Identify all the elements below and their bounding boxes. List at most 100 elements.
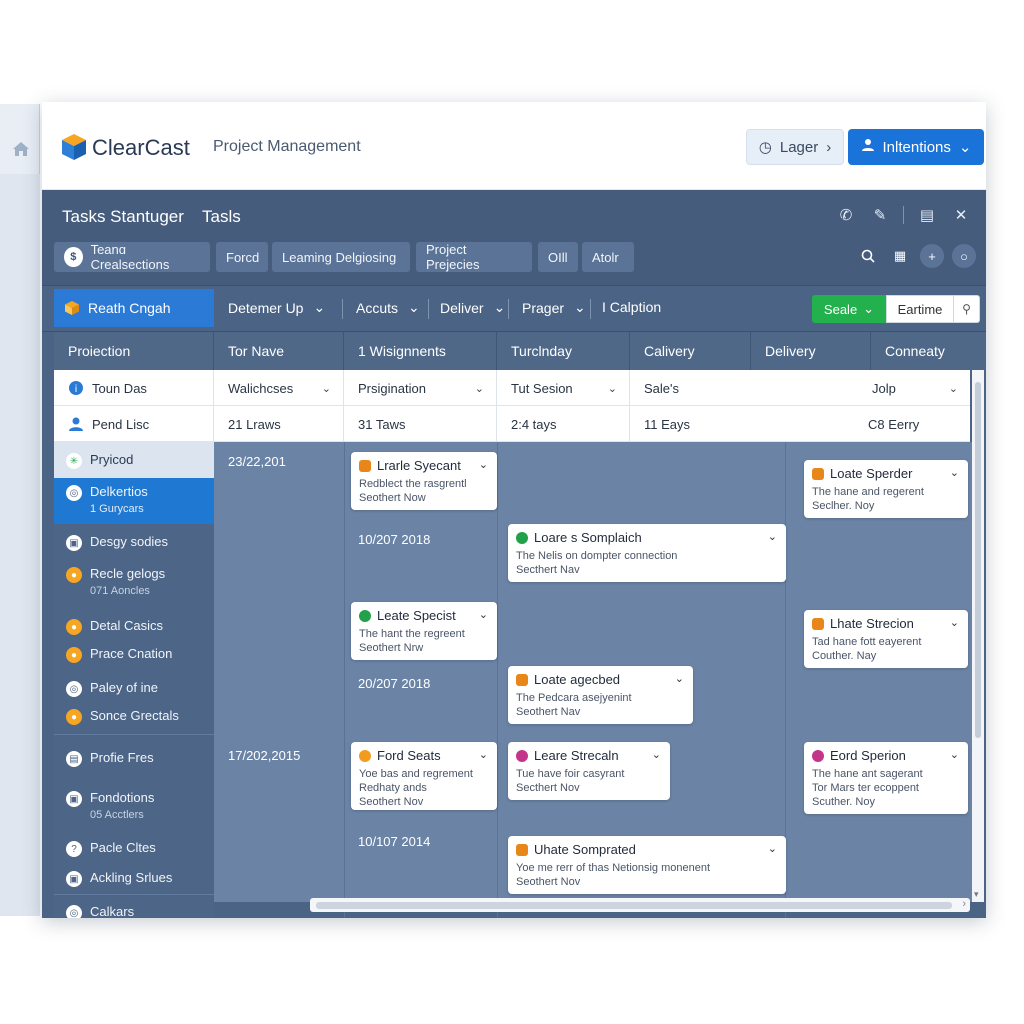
clearcast-logo-icon (62, 134, 86, 160)
chevron-down-icon: ⌄ (408, 299, 420, 315)
sidebar-item[interactable]: ● Sonce Grectals (54, 708, 214, 725)
item-icon: ◎ (66, 905, 82, 918)
chevron-down-icon[interactable]: ⌄ (950, 616, 959, 629)
filter-dropdown-3[interactable]: Deliver ⌄ (440, 299, 505, 316)
tab-ford[interactable]: Forcd (216, 242, 268, 272)
scroll-down-icon[interactable]: ▾ (974, 889, 979, 900)
eartime-label: Eartime (897, 301, 943, 317)
task-card[interactable]: Loare s Somplaich The Nelis on dompter c… (508, 524, 786, 582)
column-header[interactable]: Tor Nave (214, 332, 344, 370)
column-header[interactable]: Delivery (751, 332, 871, 370)
sidebar-item[interactable]: ● Prace Cnation (54, 646, 214, 663)
tab-learning[interactable]: Leaming Delgiosing (272, 242, 410, 272)
table-cell: 21 Lraws (214, 406, 344, 442)
lager-button[interactable]: ◷ Lager › (746, 129, 844, 165)
task-title: Loare s Somplaich (534, 530, 642, 545)
edit-icon[interactable]: ✎ (869, 204, 891, 226)
sidebar-item[interactable]: ▤ Profie Fres (54, 750, 214, 767)
task-title: Leate Specist (377, 608, 456, 623)
table-cell-dropdown[interactable]: Walichcses ⌄ (214, 370, 344, 406)
sidebar-item[interactable]: ✳ Pryicod (54, 442, 214, 478)
task-card[interactable]: Leate Specist The hant the regreent Seot… (351, 602, 497, 660)
filter-caption[interactable]: I Calption (602, 299, 661, 315)
table-row[interactable]: Pend Lisc 21 Lraws 31 Taws 2:4 tays 11 E… (54, 406, 970, 442)
column-header[interactable]: Turclnday (497, 332, 630, 370)
background-window (0, 104, 40, 916)
table-row[interactable]: i Toun Das Walichcses ⌄ Prsigination ⌄ Tut… (54, 370, 970, 406)
lager-label: Lager (779, 138, 819, 156)
chevron-down-icon[interactable]: ⌄ (479, 458, 488, 471)
table-cell-dropdown[interactable]: Sale's Jolp ⌄ (630, 370, 970, 406)
settings-icon[interactable]: ○ (952, 244, 976, 268)
sidebar-item[interactable]: ● Detal Casics (54, 618, 214, 635)
chevron-down-icon[interactable]: ⌄ (950, 466, 959, 479)
sidebar-item[interactable]: ? Pacle Cltes (54, 840, 214, 857)
reach-filter-button[interactable]: Reath Cngah (54, 289, 214, 327)
column-header[interactable]: 1 Wisignnents (344, 332, 497, 370)
tab-atolr[interactable]: Atolr (582, 242, 634, 272)
filter-divider (508, 299, 509, 319)
cell-value: 11 Eays (644, 416, 691, 432)
table-cell-dropdown[interactable]: Prsigination ⌄ (344, 370, 497, 406)
column-header[interactable]: Calivery (630, 332, 751, 370)
column-header[interactable]: Conneaty (871, 332, 986, 370)
task-card[interactable]: Ford Seats Yoe bas and regrement Redhaty… (351, 742, 497, 810)
task-card[interactable]: Leare Strecaln Tue have foir casyrant Se… (508, 742, 670, 800)
eartime-input[interactable]: Eartime (886, 295, 954, 323)
task-card[interactable]: Eord Sperion The hane ant sagerant Tor M… (804, 742, 968, 814)
chevron-down-icon[interactable]: ⌄ (652, 748, 661, 761)
filter-label: I Calption (602, 299, 662, 315)
filter-dropdown-4[interactable]: Prager ⌄ (522, 299, 586, 316)
sidebar-item[interactable]: ● Recle gelogs 071 Aoncles (54, 566, 214, 597)
sidebar-item[interactable]: ◎ Paley of ine (54, 680, 214, 697)
tab-project[interactable]: Project Prejecies (416, 242, 532, 272)
sidebar-item[interactable]: ▣ Ackling Srlues (54, 870, 214, 887)
table-cell-dropdown[interactable]: Tut Sesion ⌄ (497, 370, 630, 406)
item-icon: ● (66, 567, 82, 583)
task-card[interactable]: Lhate Strecion Tad hane fott eayerent Co… (804, 610, 968, 668)
filter-dropdown-1[interactable]: Detemer Up ⌄ (228, 299, 325, 316)
chevron-down-icon[interactable]: ⌄ (768, 530, 777, 543)
close-icon[interactable]: ✕ (950, 204, 972, 226)
sidebar-item[interactable]: ◎ Calkars (54, 904, 214, 918)
scroll-right-icon[interactable]: › (962, 898, 966, 910)
chevron-down-icon[interactable]: ⌄ (768, 842, 777, 855)
task-card[interactable]: Loate Sperder The hane and regerent Secl… (804, 460, 968, 518)
sidebar-item[interactable]: ◎ Delkertios 1 Gurycars (54, 478, 214, 524)
sidebar-item[interactable]: ▣ Fondotions 05 Acctlers (54, 790, 214, 821)
phone-icon[interactable]: ✆ (835, 204, 857, 226)
task-card[interactable]: Lrarle Syecant Redblect the rasgrentl Se… (351, 452, 497, 510)
tab-label: Forcd (226, 249, 260, 265)
scrollbar-thumb[interactable] (975, 382, 981, 738)
intentions-button[interactable]: Inltentions ⌄ (848, 129, 984, 165)
chevron-down-icon[interactable]: ⌄ (950, 748, 959, 761)
task-card[interactable]: Uhate Somprated Yoe me rerr of thas Neti… (508, 836, 786, 894)
search-icon[interactable] (856, 244, 880, 268)
task-title: Ford Seats (377, 748, 441, 763)
calendar-icon[interactable]: ▦ (888, 244, 912, 268)
filter-dropdown-2[interactable]: Accuts ⌄ (356, 299, 420, 316)
horizontal-scrollbar[interactable]: › (310, 898, 970, 912)
add-icon[interactable]: + (920, 244, 944, 268)
tab-oill[interactable]: OIll (538, 242, 578, 272)
cell-value: Jolp (872, 380, 896, 396)
tab-teams[interactable]: $ Teanɑ Crealsections (54, 242, 210, 272)
task-title: Lhate Strecion (830, 616, 914, 631)
seal-dropdown[interactable]: Seale ⌄ (812, 295, 886, 323)
scrollbar-thumb[interactable] (316, 902, 952, 909)
task-card[interactable]: Loate agecbed The Pedcara asejyenint Seo… (508, 666, 693, 724)
vertical-scrollbar[interactable]: ▾ (972, 370, 984, 902)
chevron-down-icon: ⌄ (313, 299, 326, 315)
search-icon[interactable]: ⚲ (954, 295, 980, 323)
home-icon[interactable] (6, 134, 36, 164)
main-window: ClearCast Project Management ◷ Lager › I… (42, 102, 986, 918)
sidebar-item[interactable]: ▣ Desgy sodies (54, 534, 214, 551)
chevron-down-icon[interactable]: ⌄ (479, 608, 488, 621)
task-description: Redhaty ands (359, 782, 427, 794)
task-description: The hane ant sagerant (812, 768, 923, 780)
chevron-down-icon[interactable]: ⌄ (675, 672, 684, 685)
column-header[interactable]: Proiection (54, 332, 214, 370)
chevron-down-icon[interactable]: ⌄ (479, 748, 488, 761)
cell-value: Prsigination (358, 380, 426, 396)
clipboard-icon[interactable]: ▤ (916, 204, 938, 226)
